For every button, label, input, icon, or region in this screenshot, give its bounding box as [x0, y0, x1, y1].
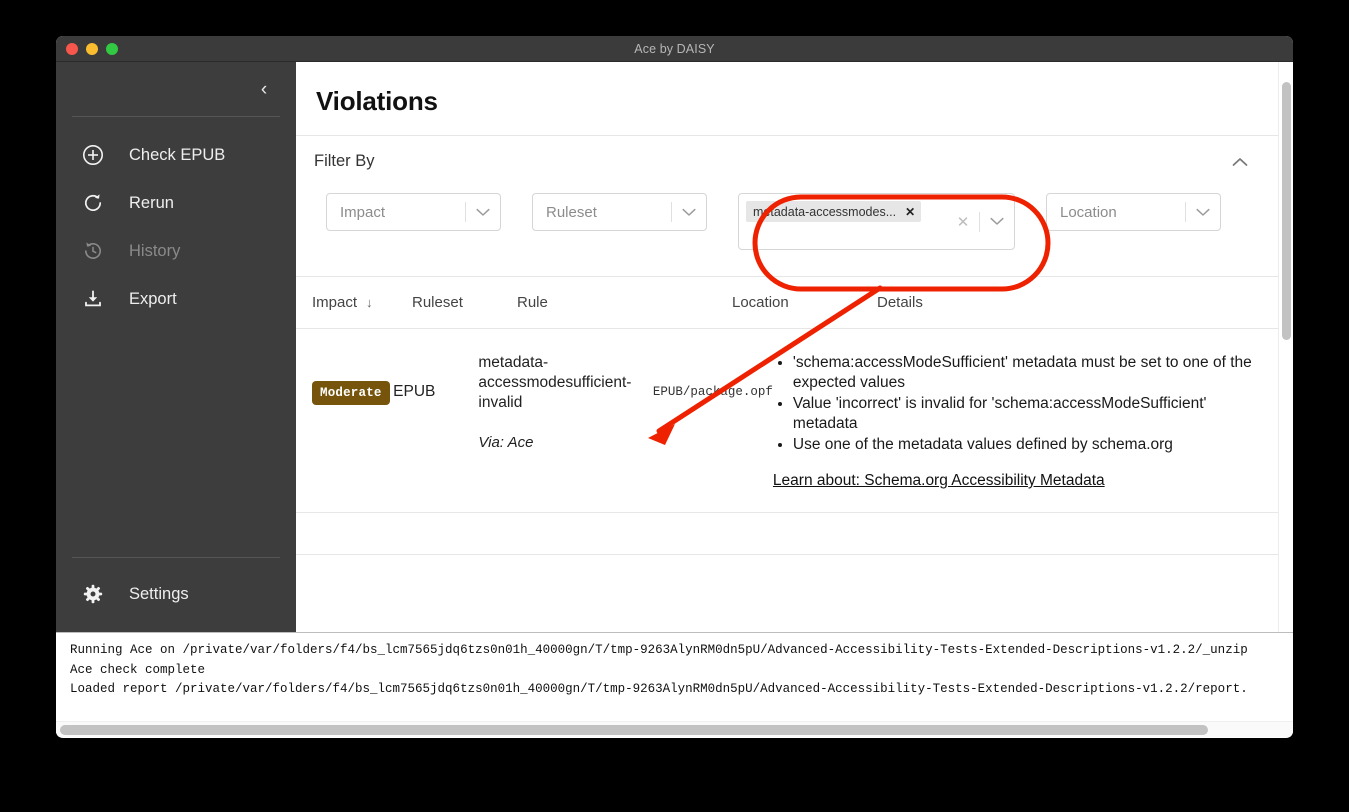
- violations-table: Impact ↓ Ruleset Rule Location Details M…: [296, 277, 1278, 555]
- table-header-row: Impact ↓ Ruleset Rule Location Details: [296, 277, 1278, 329]
- console-line: Loaded report /private/var/folders/f4/bs…: [70, 682, 1248, 696]
- chevron-down-icon[interactable]: [466, 208, 500, 217]
- sidebar-item-history[interactable]: History: [56, 227, 296, 275]
- main-content: Violations Filter By Impact Ruleset meta…: [296, 62, 1293, 632]
- column-header-details[interactable]: Details: [877, 294, 1278, 311]
- sidebar-item-export[interactable]: Export: [56, 275, 296, 323]
- ruleset-filter-select[interactable]: Ruleset: [532, 193, 707, 231]
- location-filter-select[interactable]: Location: [1046, 193, 1221, 231]
- chevron-down-icon[interactable]: [980, 217, 1014, 226]
- column-header-location[interactable]: Location: [732, 294, 877, 311]
- content-inner: Violations Filter By Impact Ruleset meta…: [296, 62, 1278, 632]
- content-vertical-scrollbar[interactable]: [1278, 62, 1293, 632]
- refresh-icon: [76, 192, 110, 214]
- filter-heading: Filter By: [314, 152, 375, 170]
- learn-more-link[interactable]: Learn about: Schema.org Accessibility Me…: [773, 472, 1105, 490]
- console-output: Running Ace on /private/var/folders/f4/b…: [56, 632, 1293, 737]
- column-header-ruleset[interactable]: Ruleset: [412, 294, 517, 311]
- chevron-left-icon[interactable]: ‹: [254, 80, 274, 99]
- rule-cell: metadata-accessmodesufficient-invalid Vi…: [478, 353, 653, 453]
- details-cell: 'schema:accessModeSufficient' metadata m…: [773, 353, 1278, 490]
- sidebar-item-label: History: [129, 241, 181, 260]
- page-title: Violations: [316, 86, 438, 116]
- list-item: Use one of the metadata values defined b…: [793, 435, 1256, 455]
- filter-chip-label: metadata-accessmodes...: [753, 204, 897, 219]
- impact-filter-select[interactable]: Impact: [326, 193, 501, 231]
- window-body: ‹ Check EPUB Rerun History Export Settin…: [56, 62, 1293, 632]
- sidebar-collapse-row: ‹: [56, 62, 296, 116]
- sidebar-divider-bottom: [72, 557, 280, 558]
- filter-controls: Impact Ruleset metadata-accessmodes... ✕…: [296, 183, 1278, 276]
- chevron-up-icon[interactable]: [1232, 155, 1248, 169]
- sidebar-item-settings[interactable]: Settings: [56, 570, 296, 618]
- plus-circle-icon: [76, 144, 110, 166]
- console-line: Ace check complete: [70, 662, 206, 677]
- close-x-icon[interactable]: ✕: [905, 205, 915, 219]
- rule-filter-multiselect[interactable]: metadata-accessmodes... ✕ ✕: [738, 193, 1015, 250]
- rule-name: metadata-accessmodesufficient-invalid: [478, 354, 632, 411]
- history-clock-icon: [76, 240, 110, 262]
- window-title: Ace by DAISY: [634, 41, 715, 56]
- screen: Ace by DAISY ‹ Check EPUB Rerun History …: [0, 0, 1349, 812]
- console-line: Running Ace on /private/var/folders/f4/b…: [70, 643, 1248, 657]
- details-list: 'schema:accessModeSufficient' metadata m…: [773, 353, 1256, 455]
- clear-x-icon[interactable]: ✕: [947, 213, 979, 231]
- column-header-impact[interactable]: Impact ↓: [312, 294, 412, 311]
- ruleset-cell: EPUB: [393, 383, 436, 400]
- rule-filter-actions: ✕: [947, 194, 1014, 249]
- filter-panel: Filter By Impact Ruleset metadata-access…: [296, 136, 1278, 276]
- gear-icon: [76, 583, 110, 605]
- sidebar-nav: Check EPUB Rerun History Export: [56, 117, 296, 323]
- table-row-empty: [296, 513, 1278, 555]
- scrollbar-thumb[interactable]: [60, 725, 1208, 735]
- ruleset-filter-label: Ruleset: [546, 203, 597, 221]
- window-titlebar: Ace by DAISY: [56, 36, 1293, 62]
- sidebar-item-rerun[interactable]: Rerun: [56, 179, 296, 227]
- list-item: 'schema:accessModeSufficient' metadata m…: [793, 353, 1256, 393]
- sidebar: ‹ Check EPUB Rerun History Export Settin…: [56, 62, 296, 632]
- sidebar-item-label: Export: [129, 289, 177, 308]
- column-header-label: Impact: [312, 294, 358, 311]
- impact-cell: Moderate: [312, 353, 393, 405]
- sidebar-item-check-epub[interactable]: Check EPUB: [56, 131, 296, 179]
- sidebar-item-label: Settings: [129, 584, 189, 603]
- filter-chip[interactable]: metadata-accessmodes... ✕: [746, 201, 922, 222]
- rule-via: Via: Ace: [478, 434, 534, 451]
- download-icon: [76, 288, 110, 310]
- status-badge: Moderate: [312, 381, 390, 405]
- location-filter-label: Location: [1060, 203, 1117, 221]
- sidebar-item-label: Rerun: [129, 193, 174, 212]
- chevron-down-icon[interactable]: [1186, 208, 1220, 217]
- column-header-rule[interactable]: Rule: [517, 294, 732, 311]
- app-window: Ace by DAISY ‹ Check EPUB Rerun History …: [56, 36, 1293, 738]
- filter-header[interactable]: Filter By: [296, 136, 1278, 183]
- impact-filter-label: Impact: [340, 203, 386, 221]
- arrow-down-icon[interactable]: ↓: [366, 295, 373, 310]
- sidebar-footer: Settings: [56, 557, 296, 632]
- scrollbar-thumb[interactable]: [1282, 82, 1291, 340]
- list-item: Value 'incorrect' is invalid for 'schema…: [793, 394, 1256, 434]
- console-horizontal-scrollbar[interactable]: [56, 721, 1293, 737]
- location-cell: EPUB/package.opf: [652, 385, 773, 399]
- chevron-down-icon[interactable]: [672, 208, 706, 217]
- rule-filter-chips: metadata-accessmodes... ✕: [739, 194, 947, 222]
- table-row: Moderate EPUB metadata-accessmodesuffici…: [296, 329, 1278, 513]
- sidebar-item-label: Check EPUB: [129, 145, 226, 164]
